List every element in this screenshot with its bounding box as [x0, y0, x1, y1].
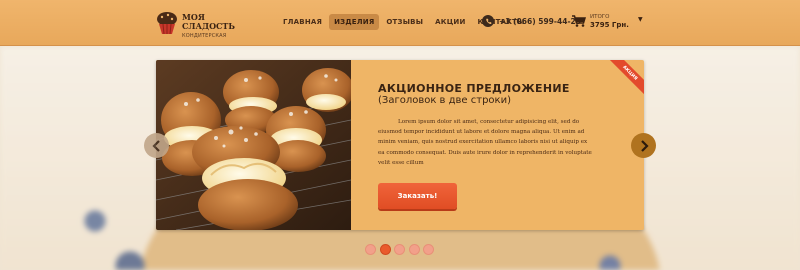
slider-dot-4[interactable]	[408, 244, 420, 255]
eclairs-photo	[156, 60, 351, 230]
slide-title: Акционное предложение	[378, 82, 570, 95]
chevron-right-icon	[640, 139, 649, 152]
slide-subtitle: (Заголовок в две строки)	[378, 95, 511, 106]
logo-title: Моя сладость	[182, 12, 235, 31]
nav-item-reviews[interactable]: Отзывы	[381, 14, 428, 30]
slider-dot-3[interactable]	[394, 244, 405, 255]
nav-item-home[interactable]: Главная	[278, 14, 327, 30]
promo-slide: Акция Акционное предложение (Заголовок в…	[156, 60, 644, 230]
order-button[interactable]: Заказать!	[378, 183, 457, 209]
slider-next-button[interactable]	[631, 133, 656, 158]
cart-block[interactable]: Итого 3795 Грн. ▼	[572, 12, 652, 34]
cart-total-value: 3795 Грн.	[590, 21, 629, 29]
slide-description: Lorem ipsum dolor sit amet, consectetur …	[378, 119, 592, 166]
slider-pagination	[365, 244, 438, 256]
site-header: Моя сладость кондитерская Главная Издели…	[0, 0, 800, 46]
slider-prev-button[interactable]	[144, 133, 169, 158]
cart-total-label: Итого	[590, 14, 610, 20]
phone-block[interactable]: +3 (066) 599-44-25	[482, 14, 581, 28]
chevron-down-icon[interactable]: ▼	[638, 16, 643, 23]
cupcake-icon	[157, 12, 177, 35]
slider-dot-5[interactable]	[423, 244, 434, 255]
slider-dot-2[interactable]	[379, 244, 391, 255]
cart-icon	[572, 15, 586, 27]
nav-item-promotions[interactable]: Акции	[430, 14, 470, 30]
logo[interactable]: Моя сладость кондитерская	[154, 9, 235, 39]
phone-number: +3 (066) 599-44-25	[499, 16, 581, 26]
logo-subtitle: кондитерская	[182, 33, 227, 39]
nav-item-products[interactable]: Изделия	[329, 14, 380, 30]
phone-icon	[482, 15, 494, 27]
slider-dot-1[interactable]	[365, 244, 376, 255]
promo-ribbon-label: Акция	[621, 64, 639, 82]
chevron-left-icon	[151, 139, 160, 152]
